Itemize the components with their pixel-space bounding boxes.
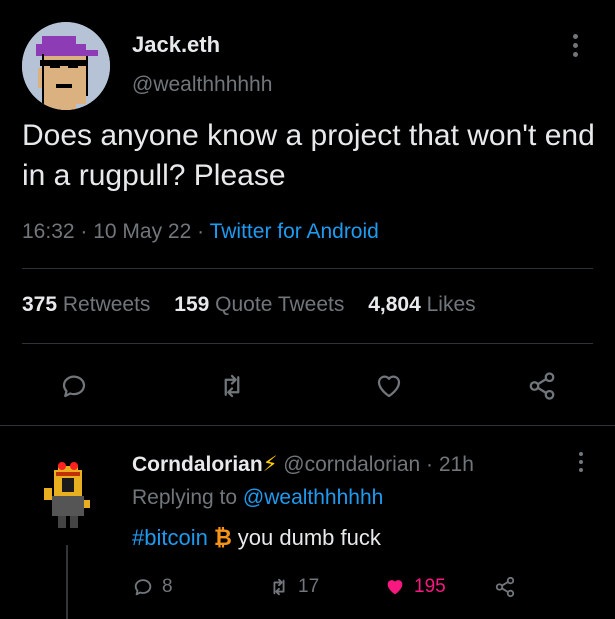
share-icon [495, 576, 515, 598]
avatar[interactable] [22, 22, 110, 110]
tweet-text: Does anyone know a project that won't en… [22, 119, 595, 192]
bitcoin-emoji: ₿ [213, 525, 232, 550]
lightning-emoji: ⚡ [262, 453, 278, 476]
main-tweet: Jack.eth @wealthhhhhh Does anyone know a… [0, 0, 615, 425]
tweet-date[interactable]: 10 May 22 [93, 220, 191, 243]
divider [22, 343, 593, 344]
reply-like-button[interactable]: 195 [384, 572, 446, 602]
like-button[interactable] [371, 368, 407, 404]
more-icon[interactable] [574, 452, 588, 476]
tweet-stats: 375 Retweets 159 Quote Tweets 4,804 Like… [22, 293, 476, 317]
author-name[interactable]: Jack.eth [132, 32, 220, 58]
reply-time[interactable]: 21h [439, 453, 474, 476]
share-button[interactable] [524, 368, 560, 404]
reply-reply-button[interactable]: 8 [132, 572, 173, 602]
tweet-separator [0, 425, 615, 426]
reply-body: you dumb fuck [237, 525, 381, 550]
reply-avatar[interactable] [38, 452, 98, 530]
share-icon [529, 372, 555, 400]
meta-separator: · [426, 453, 434, 476]
reply-retweet-button[interactable]: 17 [268, 572, 319, 602]
replying-mention[interactable]: @wealthhhhhh [243, 486, 383, 509]
reply-share-button[interactable] [494, 572, 524, 602]
retweet-button[interactable] [214, 368, 250, 404]
quotes-stat[interactable]: 159 Quote Tweets [174, 293, 344, 316]
thread-line [66, 545, 68, 619]
retweet-icon [273, 578, 285, 596]
reply-author-handle[interactable]: @corndalorian [283, 453, 420, 476]
tweet-source[interactable]: Twitter for Android [210, 220, 379, 243]
retweets-stat[interactable]: 375 Retweets [22, 293, 150, 316]
replying-to: Replying to @wealthhhhhh [132, 486, 383, 510]
reply-button[interactable] [56, 368, 92, 404]
reply-icon [62, 375, 86, 398]
corn-avatar-icon [38, 452, 98, 530]
hashtag-link[interactable]: #bitcoin [132, 525, 208, 550]
reply-author-name[interactable]: Corndalorian [132, 453, 263, 476]
quotes-label: Quote Tweets [215, 293, 345, 316]
likes-label: Likes [426, 293, 476, 316]
likes-stat[interactable]: 4,804 Likes [368, 293, 475, 316]
punk-avatar-icon [22, 22, 110, 110]
reply-retweets-count: 17 [298, 576, 320, 597]
quotes-count: 159 [174, 293, 210, 316]
reply-icon [134, 579, 152, 596]
tweet-meta: 16:32 · 10 May 22 · Twitter for Android [22, 220, 379, 244]
meta-separator: · [80, 220, 94, 243]
meta-separator: · [197, 220, 210, 243]
divider [22, 268, 593, 269]
reply-likes-count: 195 [414, 576, 446, 597]
reply-header: Corndalorian⚡ @corndalorian · 21h [132, 452, 474, 477]
replying-prefix: Replying to [132, 486, 238, 509]
like-icon [387, 580, 403, 595]
reply-text: #bitcoin ₿ you dumb fuck [132, 525, 381, 551]
likes-count: 4,804 [368, 293, 421, 316]
retweets-label: Retweets [62, 293, 151, 316]
like-icon [377, 375, 401, 398]
retweets-count: 375 [22, 293, 58, 316]
author-handle[interactable]: @wealthhhhhh [132, 73, 272, 97]
tweet-time[interactable]: 16:32 [22, 220, 75, 243]
reply-replies-count: 8 [162, 576, 173, 597]
more-icon[interactable] [566, 34, 584, 60]
retweet-icon [224, 374, 240, 398]
